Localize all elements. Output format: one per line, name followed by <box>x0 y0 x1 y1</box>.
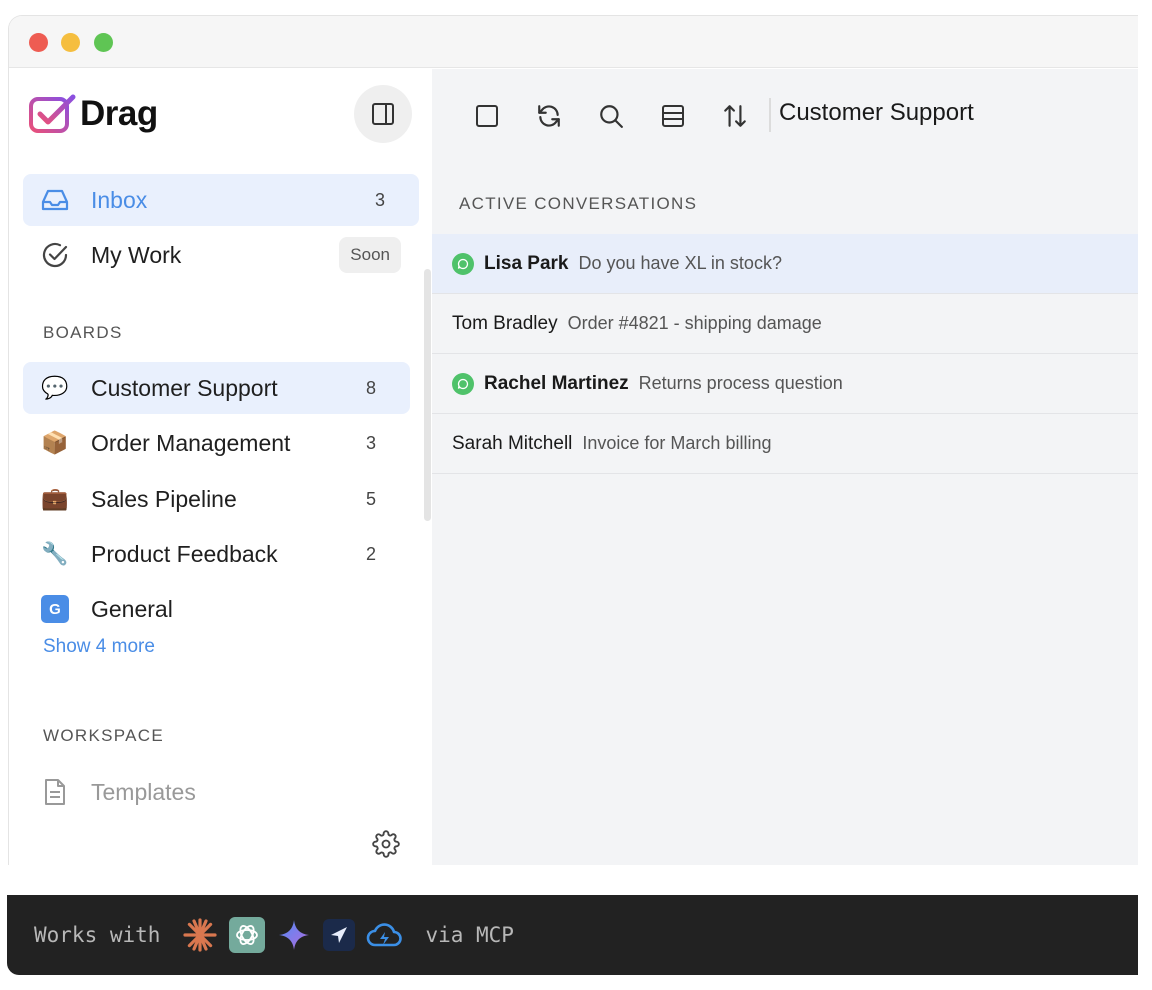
openai-icon <box>229 917 266 953</box>
board-label: General <box>91 595 173 622</box>
conversation-row[interactable]: Lisa Park Do you have XL in stock? <box>432 234 1138 294</box>
nav-item-my-work[interactable]: My Work Soon <box>23 229 419 281</box>
conversation-row[interactable]: Rachel Martinez Returns process question <box>432 354 1138 414</box>
general-letter-badge: G <box>41 595 69 623</box>
board-count: 2 <box>365 543 376 564</box>
briefcase-icon: 💼 <box>41 486 69 511</box>
speech-bubble-icon: 💬 <box>41 375 69 400</box>
toolbar-divider <box>769 98 771 132</box>
gemini-icon <box>276 917 312 953</box>
logo-icon <box>29 94 76 133</box>
mcp-footer-banner: Works with via MCP <box>7 895 1138 975</box>
unread-chat-icon <box>452 252 474 275</box>
sort-button[interactable] <box>718 99 752 133</box>
general-letter-icon: G <box>41 595 69 623</box>
conversation-preview: Returns process question <box>638 373 843 393</box>
package-icon: 📦 <box>41 430 69 455</box>
board-item-order-management[interactable]: 📦 Order Management 3 <box>23 417 410 469</box>
board-label: Order Management <box>91 429 291 456</box>
board-item-sales-pipeline[interactable]: 💼 Sales Pipeline 5 <box>23 473 410 525</box>
select-all-icon <box>476 105 498 127</box>
board-label: Product Feedback <box>91 540 278 567</box>
wrench-icon: 🔧 <box>41 541 69 566</box>
nav-item-inbox[interactable]: Inbox 3 <box>23 174 419 226</box>
conversation-preview: Do you have XL in stock? <box>578 253 782 273</box>
footer-suffix: via MCP <box>425 923 514 947</box>
check-circle-icon <box>41 241 69 269</box>
close-window-button[interactable] <box>29 33 48 52</box>
board-item-customer-support[interactable]: 💬 Customer Support 8 <box>23 362 410 414</box>
board-item-product-feedback[interactable]: 🔧 Product Feedback 2 <box>23 528 410 580</box>
sidebar-panel-icon <box>372 103 394 125</box>
search-button[interactable] <box>594 99 628 133</box>
conversation-name: Sarah Mitchell <box>452 432 573 454</box>
soon-badge: Soon <box>339 237 401 273</box>
board-label: Sales Pipeline <box>91 485 237 512</box>
layout-button[interactable] <box>656 99 690 133</box>
board-count: 3 <box>365 432 376 453</box>
board-count: 8 <box>365 377 376 398</box>
conversation-name: Tom Bradley <box>452 312 558 334</box>
conversation-name: Lisa Park <box>484 252 569 274</box>
inbox-count: 3 <box>374 189 385 210</box>
sidebar: Drag Inbox 3 My Work Soon BOARDS 💬 Custo… <box>9 69 432 865</box>
refresh-button[interactable] <box>532 99 566 133</box>
paper-plane-icon <box>323 919 356 951</box>
conversation-name: Rachel Martinez <box>484 372 629 394</box>
conversation-row[interactable]: Tom Bradley Order #4821 - shipping damag… <box>432 294 1138 354</box>
footer-prefix: Works with <box>34 923 161 947</box>
refresh-icon <box>538 105 560 127</box>
show-more-link[interactable]: Show 4 more <box>43 636 155 658</box>
nav-item-label: My Work <box>91 241 182 268</box>
layout-icon <box>662 105 684 127</box>
inbox-icon <box>41 186 69 214</box>
title-bar <box>9 16 1138 68</box>
board-count: 5 <box>365 488 376 509</box>
app-logo: Drag <box>28 93 158 135</box>
conversation-preview: Invoice for March billing <box>582 433 772 453</box>
sort-icon <box>724 105 746 127</box>
claude-icon <box>182 917 218 953</box>
settings-button[interactable] <box>372 830 400 858</box>
app-name: Drag <box>80 94 158 133</box>
workspace-item-templates[interactable]: Templates <box>23 766 410 818</box>
unread-chat-icon <box>452 372 474 395</box>
search-icon <box>600 105 623 128</box>
minimize-window-button[interactable] <box>61 33 80 52</box>
select-all-button[interactable] <box>470 99 504 133</box>
nav-item-label: Inbox <box>91 186 148 213</box>
document-icon <box>41 778 69 806</box>
board-item-general[interactable]: G General <box>23 583 410 635</box>
board-label: Customer Support <box>91 374 278 401</box>
integration-icons <box>182 917 413 953</box>
workspace-label: Templates <box>91 778 196 805</box>
workspace-section-title: WORKSPACE <box>43 726 164 745</box>
gear-icon <box>372 830 400 858</box>
cloud-icon <box>366 917 403 953</box>
boards-section-title: BOARDS <box>43 323 123 342</box>
board-title: Customer Support <box>779 99 974 126</box>
conversation-preview: Order #4821 - shipping damage <box>567 313 822 333</box>
app-window: Drag Inbox 3 My Work Soon BOARDS 💬 Custo… <box>8 15 1138 865</box>
active-conversations-header: ACTIVE CONVERSATIONS <box>459 194 698 213</box>
main-panel: Customer Support ACTIVE CONVERSATIONS Li… <box>432 69 1138 865</box>
toggle-sidebar-button[interactable] <box>354 85 412 143</box>
sidebar-scrollbar[interactable] <box>424 269 431 521</box>
maximize-window-button[interactable] <box>94 33 113 52</box>
conversation-row[interactable]: Sarah Mitchell Invoice for March billing <box>432 414 1138 474</box>
